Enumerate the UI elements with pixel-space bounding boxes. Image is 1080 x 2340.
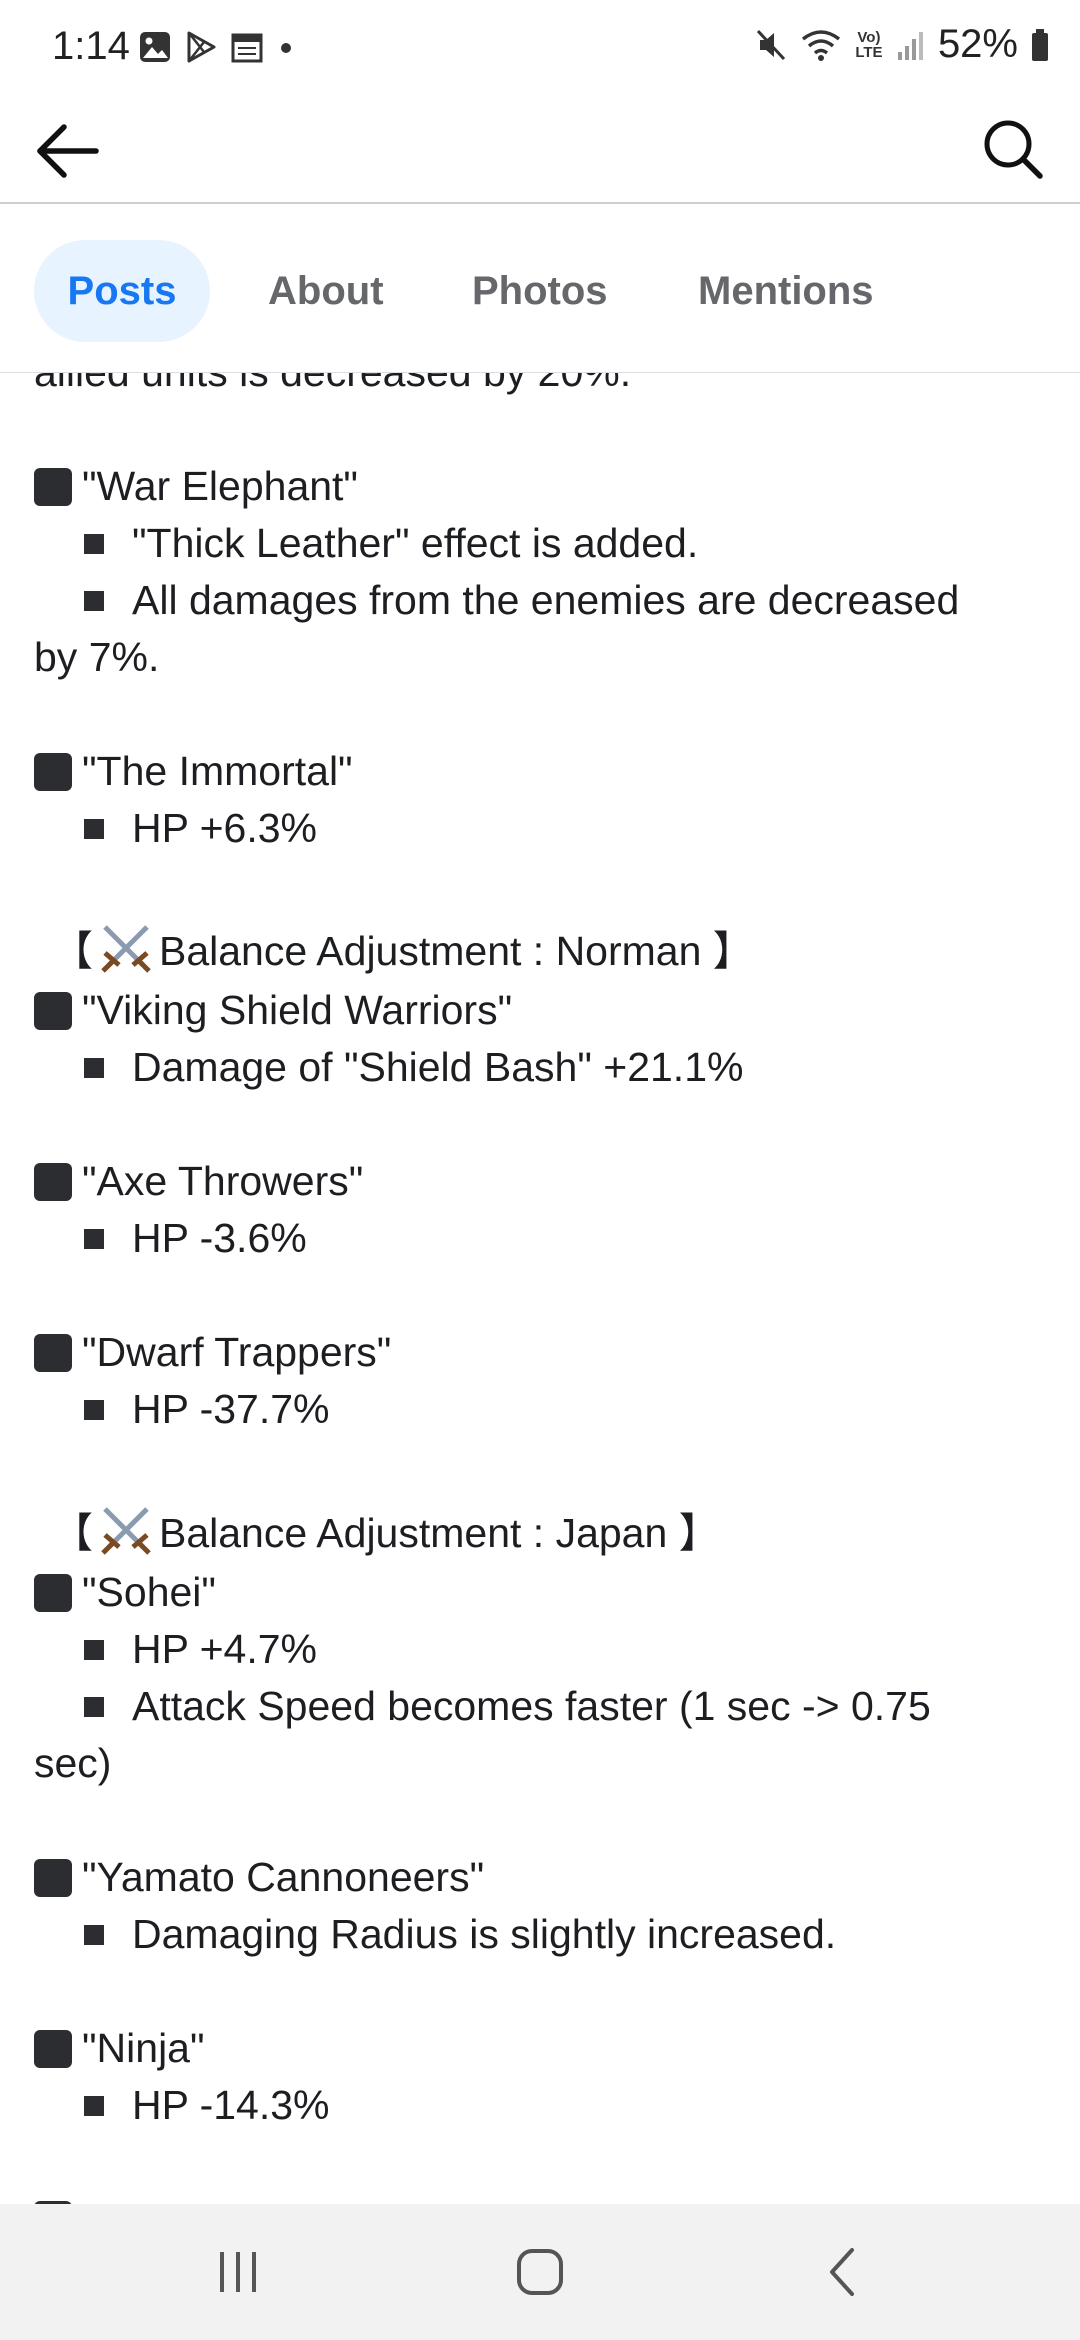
- tab-mentions[interactable]: Mentions: [698, 240, 874, 342]
- unit-title: "Axe Throwers": [82, 1158, 364, 1204]
- small-square-icon: [84, 1229, 104, 1249]
- small-square-icon: [84, 2096, 104, 2116]
- unit-title: "The Immortal": [82, 748, 353, 794]
- unit-heading: "Sohei": [34, 1564, 216, 1621]
- unit-heading: "Viking Shield Warriors": [34, 982, 512, 1039]
- crossed-swords-icon: [101, 1507, 151, 1555]
- profile-tabs: Posts About Photos Mentions: [0, 204, 1080, 373]
- small-square-icon: [84, 534, 104, 554]
- bullet-text-continued: sec): [34, 1740, 112, 1786]
- tab-posts[interactable]: Posts: [34, 240, 210, 342]
- section-header-text: Balance Adjustment : Norman: [159, 928, 702, 974]
- recent-apps-button[interactable]: [208, 2242, 268, 2302]
- bullet-text: "Thick Leather" effect is added.: [132, 520, 699, 566]
- tab-about[interactable]: About: [268, 240, 384, 342]
- black-square-icon: [34, 1163, 72, 1201]
- unit-heading: "War Elephant": [34, 458, 358, 515]
- unit-title: "Yamato Cannoneers": [82, 1854, 485, 1900]
- unit-title: "Viking Shield Warriors": [82, 987, 513, 1033]
- small-square-icon: [84, 1058, 104, 1078]
- back-icon: [830, 2248, 854, 2296]
- bracket-open: 【: [52, 928, 93, 974]
- bullet-item: HP +4.7%: [34, 1621, 317, 1678]
- unit-title: "T: [82, 2196, 122, 2204]
- unit-title: "Ninja": [82, 2025, 205, 2071]
- bullet-text: Damage of "Shield Bash" +21.1%: [132, 1044, 744, 1090]
- bullet-text: Attack Speed becomes faster (1 sec -> 0.…: [132, 1683, 931, 1729]
- black-square-icon: [34, 1574, 72, 1612]
- small-square-icon: [84, 1697, 104, 1717]
- unit-title: "Dwarf Trappers": [82, 1329, 392, 1375]
- bullet-text-continued: by 7%.: [34, 634, 160, 680]
- system-back-button[interactable]: [812, 2242, 872, 2302]
- black-square-icon: [34, 2030, 72, 2068]
- bullet-text: Damaging Radius is slightly increased.: [132, 1911, 837, 1957]
- bullet-item: "Thick Leather" effect is added.: [34, 515, 698, 572]
- bullet-item: HP -37.7%: [34, 1381, 330, 1438]
- unit-heading: "Yamato Cannoneers": [34, 1849, 484, 1906]
- small-square-icon: [84, 1640, 104, 1660]
- bullet-text: HP -37.7%: [132, 1386, 330, 1432]
- unit-heading: "Dwarf Trappers": [34, 1324, 391, 1381]
- black-square-icon: [34, 1334, 72, 1372]
- small-square-icon: [84, 591, 104, 611]
- bullet-item: HP -3.6%: [34, 1210, 307, 1267]
- bullet-item: Attack Speed becomes faster (1 sec -> 0.…: [34, 1678, 931, 1735]
- bullet-item: All damages from the enemies are decreas…: [34, 572, 959, 629]
- unit-heading: "Ninja": [34, 2020, 205, 2077]
- bullet-item: Damaging Radius is slightly increased.: [34, 1906, 836, 1963]
- home-icon: [517, 2249, 563, 2295]
- bullet-text: HP -3.6%: [132, 1215, 307, 1261]
- crossed-swords-icon: [101, 925, 151, 973]
- unit-heading: "The Immortal": [34, 743, 353, 800]
- section-header-norman: 【 Balance Adjustment : Norman 】: [52, 923, 754, 980]
- bullet-text: HP +4.7%: [132, 1626, 318, 1672]
- unit-heading: "T: [34, 2191, 122, 2204]
- home-button[interactable]: [510, 2242, 570, 2302]
- bullet-item: HP +6.3%: [34, 800, 317, 857]
- small-square-icon: [84, 819, 104, 839]
- bullet-item: HP -14.3%: [34, 2077, 330, 2134]
- black-square-icon: [34, 992, 72, 1030]
- unit-title: "Sohei": [82, 1569, 216, 1615]
- bullet-text: HP +6.3%: [132, 805, 318, 851]
- unit-title: "War Elephant": [82, 463, 358, 509]
- black-square-icon: [34, 1859, 72, 1897]
- bullet-text: All damages from the enemies are decreas…: [132, 577, 960, 623]
- recent-apps-icon: [220, 2252, 256, 2292]
- system-nav-bar: [0, 2204, 1080, 2340]
- section-header-japan: 【 Balance Adjustment : Japan 】: [52, 1505, 720, 1562]
- section-header-text: Balance Adjustment : Japan: [159, 1510, 668, 1556]
- bullet-item: Damage of "Shield Bash" +21.1%: [34, 1039, 743, 1096]
- black-square-icon: [34, 753, 72, 791]
- unit-heading: "Axe Throwers": [34, 1153, 363, 1210]
- small-square-icon: [84, 1925, 104, 1945]
- black-square-icon: [34, 468, 72, 506]
- tab-photos[interactable]: Photos: [472, 240, 608, 342]
- bracket-open: 【: [52, 1510, 93, 1556]
- small-square-icon: [84, 1400, 104, 1420]
- bracket-close: 】: [678, 1510, 720, 1556]
- bullet-text: HP -14.3%: [132, 2082, 330, 2128]
- bracket-close: 】: [712, 928, 754, 974]
